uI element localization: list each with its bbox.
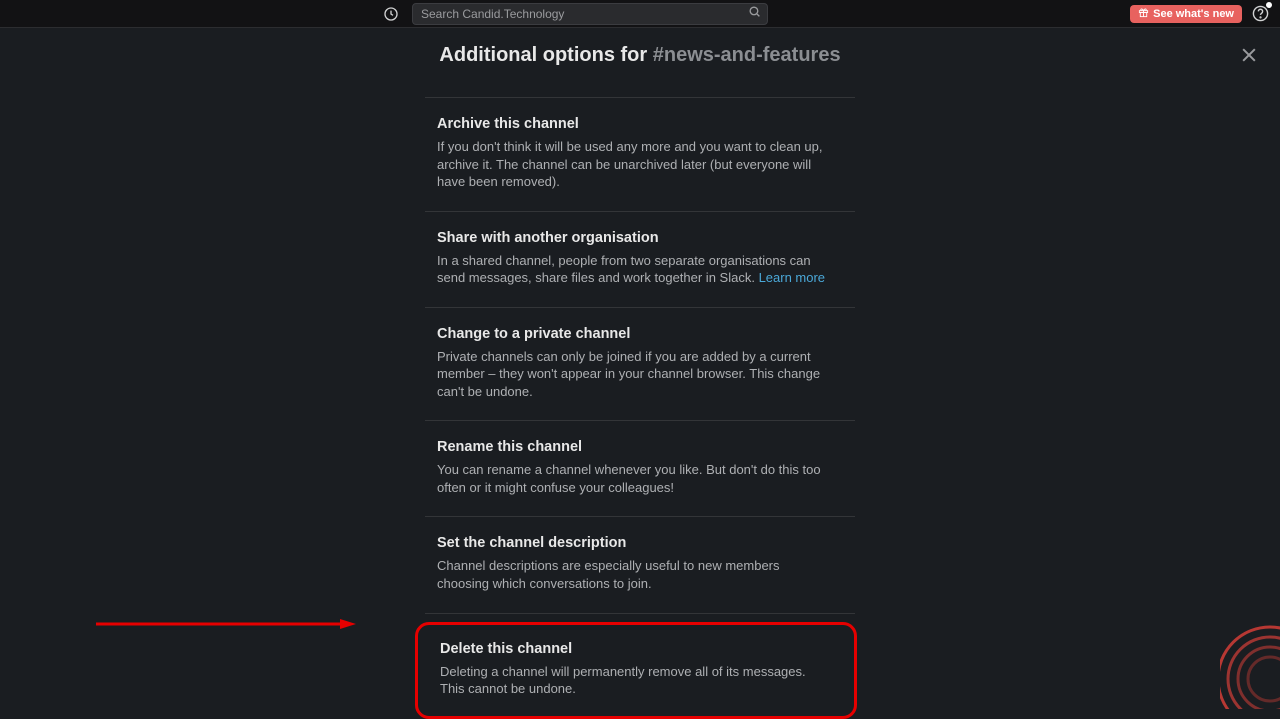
option-desc: In a shared channel, people from two sep…: [437, 252, 855, 287]
option-title: Change to a private channel: [437, 326, 855, 342]
option-desc: You can rename a channel whenever you li…: [437, 461, 855, 496]
topbar: See what's new: [0, 0, 1280, 28]
option-archive[interactable]: Archive this channel If you don't think …: [425, 98, 855, 212]
whats-new-button[interactable]: See what's new: [1130, 5, 1242, 23]
option-desc: Private channels can only be joined if y…: [437, 348, 855, 401]
title-prefix: Additional options for: [439, 44, 652, 66]
option-title: Archive this channel: [437, 116, 855, 132]
notification-dot: [1266, 2, 1272, 8]
whats-new-label: See what's new: [1153, 8, 1234, 20]
close-button[interactable]: [1236, 42, 1262, 68]
option-rename[interactable]: Rename this channel You can rename a cha…: [425, 421, 855, 517]
topbar-left: [380, 3, 768, 25]
learn-more-link[interactable]: Learn more: [759, 270, 825, 285]
topbar-right: See what's new: [1130, 4, 1270, 24]
option-title: Delete this channel: [440, 641, 842, 657]
option-title: Set the channel description: [437, 535, 855, 551]
watermark-logo: [1220, 619, 1280, 709]
option-private[interactable]: Change to a private channel Private chan…: [425, 308, 855, 422]
search-box[interactable]: [412, 3, 768, 25]
option-desc: Channel descriptions are especially usef…: [437, 557, 855, 592]
option-delete[interactable]: Delete this channel Deleting a channel w…: [415, 622, 857, 719]
help-icon[interactable]: [1250, 4, 1270, 24]
gift-icon: [1138, 7, 1149, 21]
annotation-arrow-icon: [96, 619, 356, 629]
option-title: Share with another organisation: [437, 230, 855, 246]
search-icon: [748, 5, 761, 23]
options-list: Archive this channel If you don't think …: [425, 97, 855, 719]
option-desc: Deleting a channel will permanently remo…: [440, 663, 842, 698]
channel-name: #news-and-features: [653, 44, 841, 66]
page-title: Additional options for #news-and-feature…: [0, 44, 1280, 67]
option-title: Rename this channel: [437, 439, 855, 455]
history-icon[interactable]: [380, 3, 402, 25]
page: Additional options for #news-and-feature…: [0, 28, 1280, 719]
option-share[interactable]: Share with another organisation In a sha…: [425, 212, 855, 308]
option-description[interactable]: Set the channel description Channel desc…: [425, 517, 855, 613]
option-desc: If you don't think it will be used any m…: [437, 138, 855, 191]
search-input[interactable]: [421, 7, 759, 21]
